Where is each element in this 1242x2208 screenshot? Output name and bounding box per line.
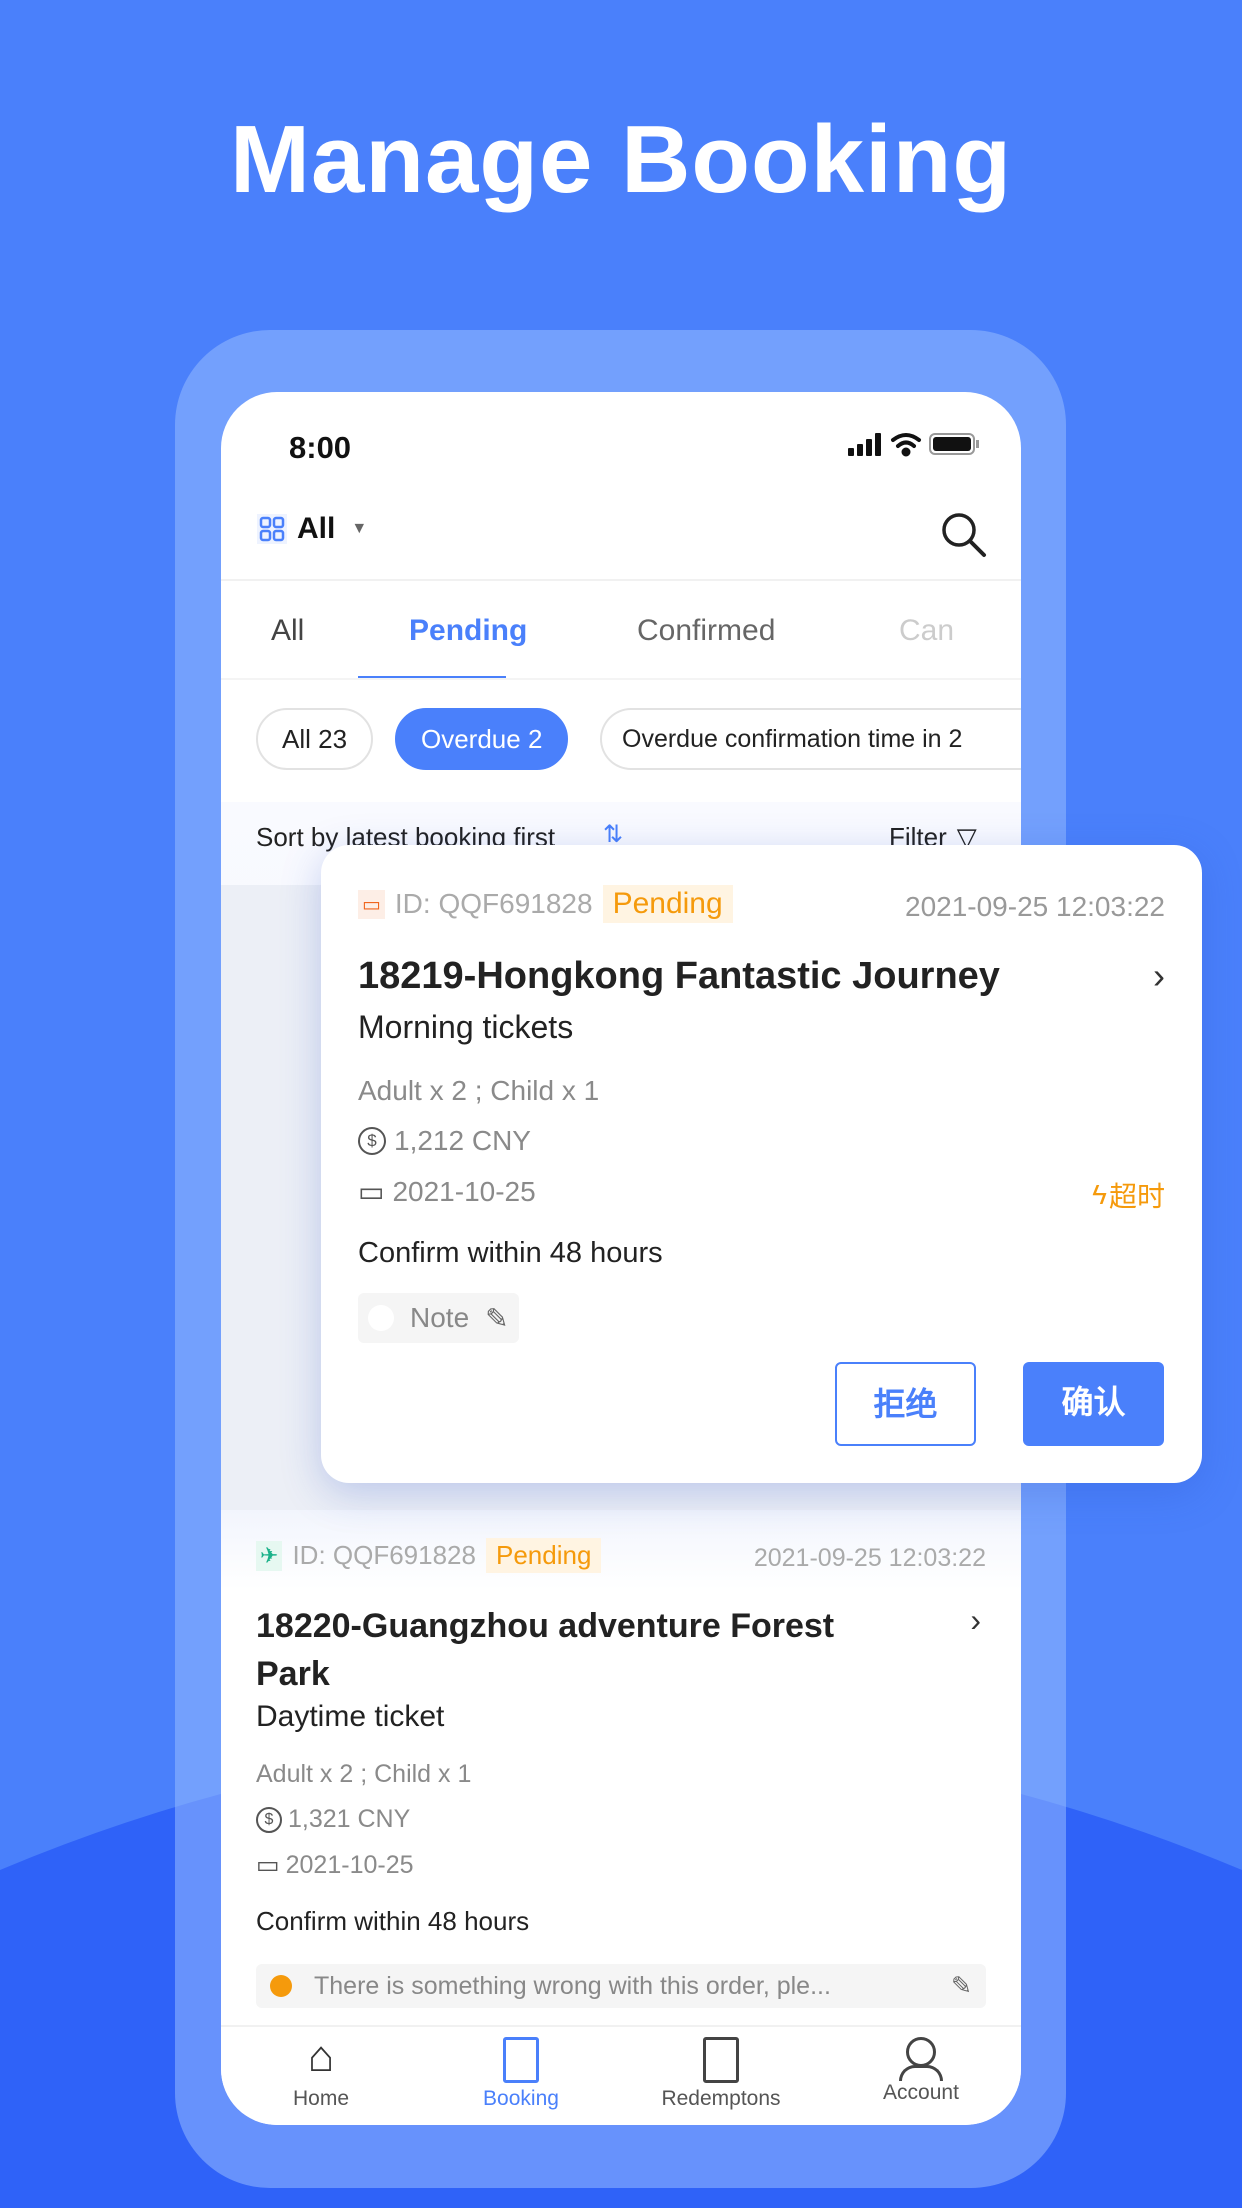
note-field[interactable]: There is something wrong with this order… — [256, 1964, 986, 2008]
reject-button[interactable]: 拒绝 — [835, 1362, 976, 1446]
booking-id: ID: QQF691828 — [394, 888, 593, 919]
booking-title: 18220-Guangzhou adventure Forest Park — [256, 1607, 835, 1693]
calendar-icon: ▭ — [256, 1851, 280, 1879]
ticket-icon: ▭ — [358, 889, 385, 919]
nav-account[interactable]: Account — [821, 2027, 1021, 2105]
confirm-button[interactable]: 确认 — [1023, 1362, 1164, 1446]
booking-date: 2021-10-25 — [285, 1850, 414, 1879]
selector-label: All — [297, 512, 336, 545]
chevron-right-icon[interactable]: › — [1153, 955, 1165, 997]
booking-price: 1,321 CNY — [288, 1805, 411, 1833]
lightning-icon: ϟ — [1092, 1179, 1107, 1210]
nav-label: Account — [883, 2081, 959, 2104]
wifi-icon — [891, 433, 921, 457]
divider — [221, 579, 1021, 581]
status-time: 8:00 — [289, 430, 352, 465]
confirm-deadline: Confirm within 48 hours — [358, 1237, 663, 1269]
nav-booking[interactable]: Booking — [421, 2027, 621, 2111]
note-text: Note — [410, 1302, 470, 1333]
booking-guests: Adult x 2 ; Child x 1 — [358, 1075, 600, 1106]
caret-down-icon: ▼ — [351, 520, 368, 537]
overdue-label: 超时 — [1108, 1181, 1165, 1212]
person-icon — [906, 2037, 936, 2067]
nav-label: Home — [292, 2087, 350, 2110]
bottom-nav: ⌂ Home Booking Redemptons Account — [221, 2025, 1021, 2125]
status-badge: Pending — [485, 1538, 602, 1573]
chip-all[interactable]: All 23 — [256, 708, 374, 770]
tab-pending[interactable]: Pending — [409, 614, 527, 648]
status-badge: Pending — [602, 885, 733, 923]
booking-card-highlighted[interactable]: ▭ ID: QQF691828 Pending 2021-09-25 12:03… — [321, 845, 1202, 1483]
plane-icon: ✈ — [256, 1540, 283, 1571]
status-icons — [848, 433, 979, 457]
booking-id: ID: QQF691828 — [292, 1540, 476, 1570]
note-text: There is something wrong with this order… — [314, 1971, 831, 2000]
edit-icon[interactable]: ✎ — [485, 1302, 508, 1335]
booking-datetime: 2021-09-25 12:03:22 — [905, 891, 1165, 922]
booking-date: 2021-10-25 — [392, 1175, 536, 1207]
chip-overdue-time[interactable]: Overdue confirmation time in 2 — [600, 708, 1021, 770]
chip-overdue[interactable]: Overdue 2 — [395, 708, 569, 770]
home-icon: ⌂ — [307, 2032, 335, 2081]
booking-subtitle: Morning tickets — [358, 1009, 574, 1045]
booking-datetime: 2021-09-25 12:03:22 — [753, 1544, 986, 1572]
status-dot-icon — [270, 1975, 292, 1997]
booking-subtitle: Daytime ticket — [256, 1700, 445, 1733]
tab-cancelled[interactable]: Can — [899, 614, 954, 648]
headline: Manage Booking — [229, 106, 1013, 213]
tabs-divider — [221, 678, 1021, 680]
signal-icon — [848, 433, 881, 456]
dollar-icon: $ — [358, 1127, 386, 1155]
note-field[interactable]: Note ✎ — [358, 1293, 519, 1343]
edit-icon[interactable]: ✎ — [951, 1971, 972, 2001]
nav-label: Redemptons — [661, 2087, 781, 2110]
nav-home[interactable]: ⌂ Home — [221, 2027, 421, 2111]
confirm-deadline: Confirm within 48 hours — [256, 1906, 530, 1936]
nav-redemptions[interactable]: Redemptons — [621, 2027, 821, 2111]
tab-all[interactable]: All — [271, 614, 304, 648]
battery-icon — [929, 433, 979, 455]
dollar-icon: $ — [256, 1806, 282, 1833]
tab-confirmed[interactable]: Confirmed — [637, 614, 775, 648]
category-selector[interactable]: All ▼ — [257, 512, 367, 546]
clipboard-icon — [503, 2037, 539, 2083]
booking-card[interactable]: ✈ ID: QQF691828 Pending 2021-09-25 12:03… — [221, 1510, 1021, 2030]
booking-guests: Adult x 2 ; Child x 1 — [256, 1760, 472, 1788]
nav-label: Booking — [483, 2087, 559, 2110]
booking-title: 18219-Hongkong Fantastic Journey — [358, 955, 1000, 997]
grid-icon — [257, 514, 287, 544]
chevron-right-icon[interactable]: › — [970, 1602, 981, 1639]
search-icon[interactable] — [939, 510, 989, 560]
booking-price: 1,212 CNY — [394, 1125, 531, 1156]
receipt-check-icon — [703, 2037, 739, 2083]
calendar-icon: ▭ — [358, 1176, 385, 1207]
status-dot-icon — [368, 1305, 394, 1331]
